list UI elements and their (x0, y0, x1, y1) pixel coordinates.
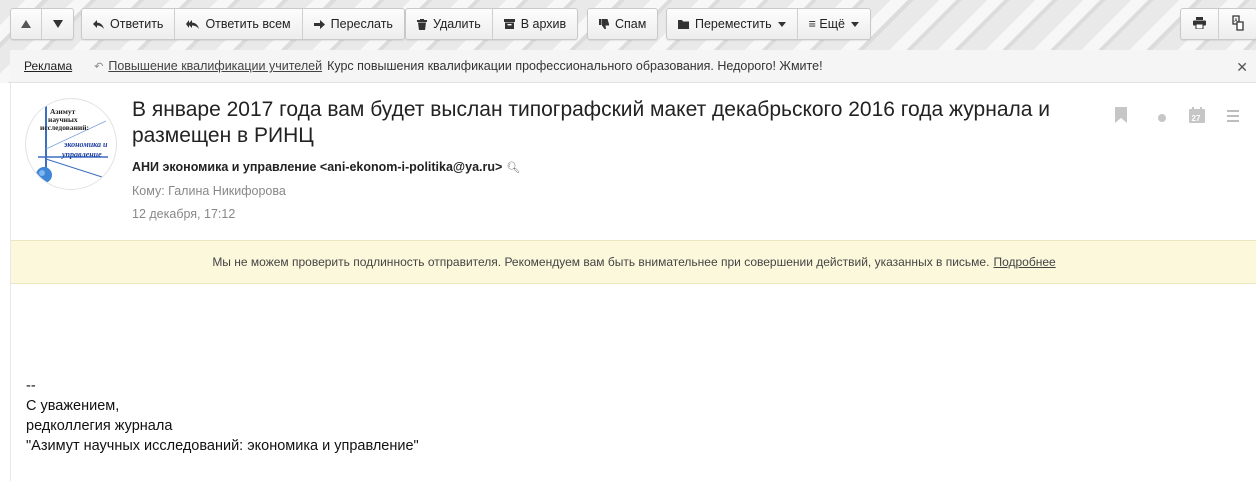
forward-icon (313, 19, 325, 29)
right-group: A (1180, 8, 1256, 40)
printer-icon (1193, 16, 1206, 32)
bookmark-icon[interactable] (1115, 107, 1127, 127)
delete-group: Удалить В архив (405, 8, 579, 40)
next-message-button[interactable] (42, 9, 73, 39)
sender-name[interactable]: АНИ экономика и управление <ani-ekonom-i… (132, 160, 502, 174)
avatar: Азимут научных исследований: экономика и… (25, 98, 117, 190)
svg-text:экономика и: экономика и (63, 140, 108, 149)
arrow-up-icon (21, 20, 31, 28)
body-line: "Азимут научных исследований: экономика … (26, 438, 419, 454)
ad-bar: Реклама ↶ Повышение квалификации учителе… (10, 50, 1256, 83)
search-icon[interactable]: 🔍︎ (506, 162, 520, 174)
forward-label: Переслать (330, 17, 393, 31)
spam-button[interactable]: Спам (588, 9, 657, 39)
message-subject: В январе 2017 года вам будет выслан типо… (132, 98, 1050, 147)
journal-logo: Азимут научных исследований: экономика и… (36, 105, 108, 185)
spam-group: Спам (587, 8, 659, 40)
translate-button[interactable]: A (1219, 9, 1256, 39)
svg-text:управление: управление (61, 150, 102, 159)
message-date: 12 декабря, 17:12 (132, 207, 236, 221)
body-line: С уважением, (26, 398, 120, 414)
reply-group: Ответить Ответить всем Переслать (81, 8, 405, 40)
reply-all-button[interactable]: Ответить всем (175, 9, 303, 39)
calendar-icon[interactable]: 27 (1189, 107, 1205, 127)
chevron-down-icon (850, 21, 859, 27)
print-button[interactable] (1181, 9, 1219, 39)
ad-label[interactable]: Реклама (24, 59, 72, 73)
reply-icon (93, 19, 104, 29)
forward-button[interactable]: Переслать (303, 9, 404, 39)
spam-label: Спам (615, 17, 647, 31)
archive-label: В архив (520, 17, 567, 31)
warning-more-link[interactable]: Подробнее (993, 255, 1055, 269)
more-label: ≡ Ещё (808, 17, 845, 31)
chevron-down-icon (777, 21, 786, 27)
folder-icon (678, 19, 689, 29)
ad-swirl-icon: ↶ (94, 60, 104, 73)
move-group: Переместить ≡ Ещё (666, 8, 871, 40)
more-button[interactable]: ≡ Ещё (798, 9, 870, 39)
reply-button[interactable]: Ответить (82, 9, 176, 39)
thumbs-down-icon (599, 19, 609, 29)
reply-label: Ответить (110, 17, 164, 31)
ad-text: Курс повышения квалификации профессионал… (327, 59, 823, 73)
ad-link[interactable]: Повышение квалификации учителей (108, 59, 322, 73)
toolbar: Ответить Ответить всем Переслать Удалить (0, 0, 1256, 50)
nav-group (10, 8, 74, 40)
recipient: Кому: Галина Никифорова (132, 184, 286, 198)
svg-text:27: 27 (1192, 114, 1201, 123)
archive-icon (503, 19, 515, 29)
body-line: редколлегия журнала (26, 418, 173, 434)
sender-warning: Мы не можем проверить подлинность отправ… (11, 240, 1256, 284)
warning-text: Мы не можем проверить подлинность отправ… (212, 255, 990, 269)
body-line: -- (26, 378, 36, 394)
menu-icon[interactable] (1227, 110, 1239, 130)
delete-label: Удалить (433, 17, 481, 31)
translate-icon: A (1231, 14, 1245, 34)
close-icon[interactable]: ✕ (1236, 59, 1248, 76)
delete-button[interactable]: Удалить (406, 9, 493, 39)
message-body: -- С уважением, редколлегия журнала "Ази… (26, 376, 419, 456)
prev-message-button[interactable] (11, 9, 42, 39)
svg-text:исследований:: исследований: (40, 123, 89, 132)
unread-dot-icon[interactable] (1157, 111, 1167, 131)
move-label: Переместить (695, 17, 772, 31)
reply-all-label: Ответить всем (205, 17, 291, 31)
trash-icon (417, 18, 427, 30)
move-button[interactable]: Переместить (667, 9, 798, 39)
reply-all-icon (186, 19, 200, 29)
sender[interactable]: АНИ экономика и управление <ani-ekonom-i… (132, 160, 520, 174)
arrow-down-icon (52, 20, 63, 28)
message-view: Азимут научных исследований: экономика и… (10, 83, 1256, 481)
archive-button[interactable]: В архив (493, 9, 577, 39)
